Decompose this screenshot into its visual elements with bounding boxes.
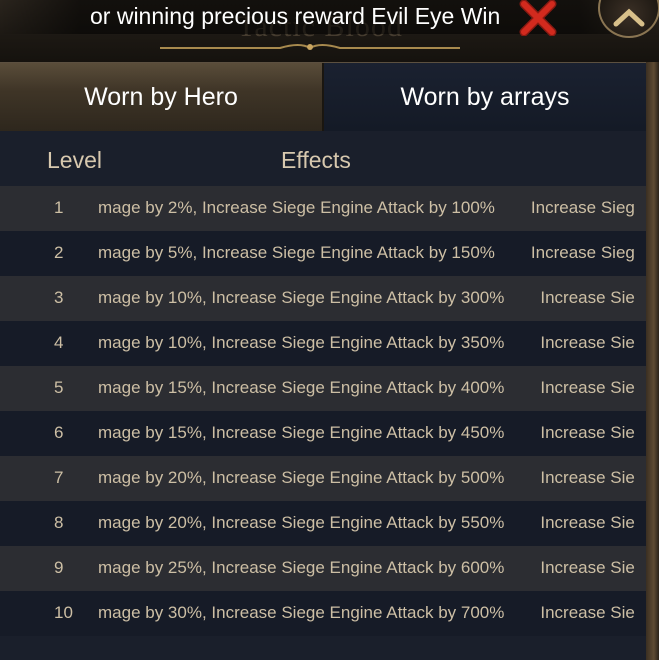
table-row: 8 mage by 20%, Increase Siege Engine Atta…: [0, 501, 646, 546]
table-row: 10 mage by 30%, Increase Siege Engine Att…: [0, 591, 646, 636]
effect-cell: mage by 20%, Increase Siege Engine Attac…: [98, 513, 635, 533]
column-header-effects: Effects: [281, 147, 351, 173]
table-body[interactable]: 1 mage by 2%, Increase Siege Engine Attac…: [0, 186, 646, 636]
table-row: 3 mage by 10%, Increase Siege Engine Atta…: [0, 276, 646, 321]
effect-text: mage by 15%, Increase Siege Engine Attac…: [98, 423, 505, 442]
effect-text: mage by 25%, Increase Siege Engine Attac…: [98, 558, 505, 577]
effect-text: mage by 2%, Increase Siege Engine Attack…: [98, 198, 495, 217]
tab-bar: Worn by Hero Worn by arrays: [0, 62, 646, 132]
effect-text-overflow: Increase Sie: [540, 378, 635, 397]
announcement-marquee: or winning precious reward Evil Eye Win: [0, 0, 659, 34]
marquee-text: or winning precious reward Evil Eye Win: [90, 3, 501, 29]
chevron-up-icon: [613, 8, 645, 27]
effect-text-overflow: Increase Sieg: [530, 243, 635, 262]
tab-worn-by-hero[interactable]: Worn by Hero: [0, 63, 324, 131]
effects-table: Level Effects 1 mage by 2%, Increase Sieg…: [0, 131, 646, 660]
table-row: 6 mage by 15%, Increase Siege Engine Atta…: [0, 411, 646, 456]
effect-cell: mage by 10%, Increase Siege Engine Attac…: [98, 333, 635, 353]
effect-text: mage by 30%, Increase Siege Engine Attac…: [98, 603, 505, 622]
collapse-button[interactable]: [598, 0, 659, 38]
effect-cell: mage by 15%, Increase Siege Engine Attac…: [98, 423, 635, 443]
effect-cell: mage by 30%, Increase Siege Engine Attac…: [98, 603, 635, 623]
effect-text: mage by 20%, Increase Siege Engine Attac…: [98, 468, 505, 487]
tab-worn-by-arrays[interactable]: Worn by arrays: [324, 63, 646, 131]
effect-cell: mage by 5%, Increase Siege Engine Attack…: [98, 243, 635, 263]
effect-cell: mage by 25%, Increase Siege Engine Attac…: [98, 558, 635, 578]
column-header-level: Level: [47, 147, 102, 173]
close-x-icon: [519, 0, 557, 37]
effect-text: mage by 10%, Increase Siege Engine Attac…: [98, 288, 505, 307]
effect-text: mage by 20%, Increase Siege Engine Attac…: [98, 513, 505, 532]
effect-text: mage by 15%, Increase Siege Engine Attac…: [98, 378, 505, 397]
effect-text-overflow: Increase Sie: [540, 333, 635, 352]
panel-border: [646, 62, 659, 660]
effect-cell: mage by 10%, Increase Siege Engine Attac…: [98, 288, 635, 308]
table-header: Level Effects: [0, 131, 646, 186]
close-button[interactable]: [518, 0, 558, 37]
table-row: 2 mage by 5%, Increase Siege Engine Attac…: [0, 231, 646, 276]
effect-cell: mage by 2%, Increase Siege Engine Attack…: [98, 198, 635, 218]
effect-cell: mage by 15%, Increase Siege Engine Attac…: [98, 378, 635, 398]
gold-ornament-icon: [160, 44, 460, 50]
table-row: 7 mage by 20%, Increase Siege Engine Atta…: [0, 456, 646, 501]
effect-text-overflow: Increase Sie: [540, 288, 635, 307]
effect-cell: mage by 20%, Increase Siege Engine Attac…: [98, 468, 635, 488]
effect-text-overflow: Increase Sieg: [530, 198, 635, 217]
table-row: 9 mage by 25%, Increase Siege Engine Atta…: [0, 546, 646, 591]
effect-text-overflow: Increase Sie: [540, 558, 635, 577]
effect-text-overflow: Increase Sie: [540, 513, 635, 532]
table-row: 4 mage by 10%, Increase Siege Engine Atta…: [0, 321, 646, 366]
effect-text-overflow: Increase Sie: [540, 468, 635, 487]
effect-text-overflow: Increase Sie: [540, 603, 635, 622]
effect-text-overflow: Increase Sie: [540, 423, 635, 442]
table-row: 1 mage by 2%, Increase Siege Engine Attac…: [0, 186, 646, 231]
effect-text: mage by 5%, Increase Siege Engine Attack…: [98, 243, 495, 262]
effect-text: mage by 10%, Increase Siege Engine Attac…: [98, 333, 505, 352]
table-row: 5 mage by 15%, Increase Siege Engine Atta…: [0, 366, 646, 411]
